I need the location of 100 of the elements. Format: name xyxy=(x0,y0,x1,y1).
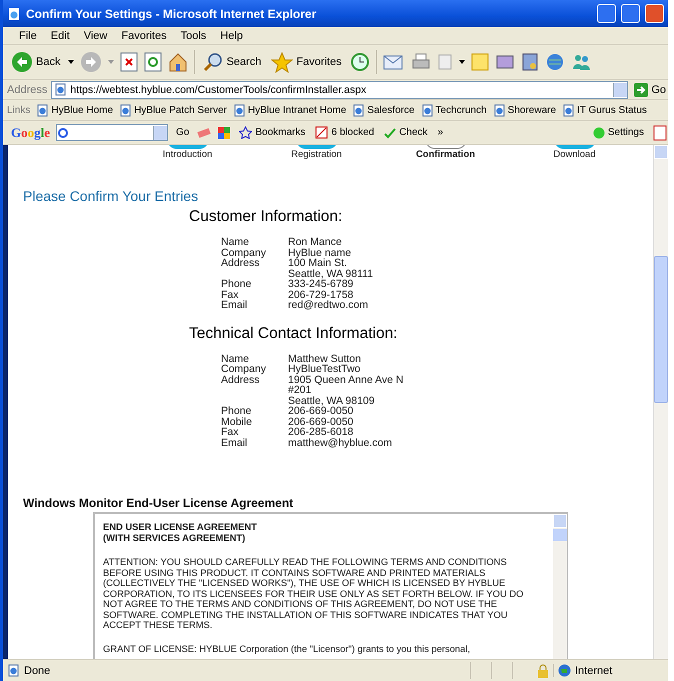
globe-icon xyxy=(558,664,571,677)
back-button[interactable]: Back xyxy=(9,51,62,73)
google-logo: Google xyxy=(11,124,50,140)
dropdown-arrow-icon[interactable] xyxy=(458,60,465,64)
step-label: Confirmation xyxy=(416,149,476,160)
field-label: Fax xyxy=(221,427,240,438)
license-title: END USER LICENSE AGREEMENT xyxy=(103,522,258,532)
field-label: Fax xyxy=(221,290,239,300)
window-title: Confirm Your Settings - Microsoft Internet Explorer xyxy=(26,6,318,20)
go-button[interactable]: Go xyxy=(632,82,668,96)
field-value: Seattle, WA 98109 xyxy=(288,396,376,406)
field-label: Mobile xyxy=(221,416,253,427)
license-paragraph: GRANT OF LICENSE: HYBLUE Corporation (the "Licensor") grants to you this personal, xyxy=(103,644,472,654)
back-icon xyxy=(11,51,33,73)
license-paragraph: ATTENTION: YOU SHOULD CAREFULLY READ THE FOLLOWING TERMS AND CONDITIONS BEFORE USING THIS PRODUCT. IT CONTAINS SOFTWARE AND PRINTED MATERIALS (COLLECTIVELY THE "LICENSED WORKS"), THE USE OF WHICH IS LICENSED BY HYBLUE CORPORATION, TO ITS LICENSEES FOR THEIR USE ONLY AS SET FORTH BELOW. IF YOU DO NOT AGREE TO THE TERMS AND CONDITIONS OF THIS AGREEMENT, DO NOT USE THE SOFTWARE. COMPLETING THE INSTALLATION OF THIS SOFTWARE INDICATES THAT YOU ACCEPT THESE TERMS. xyxy=(103,557,524,630)
link-button[interactable]: Techcrunch xyxy=(420,104,487,116)
history-icon[interactable] xyxy=(350,52,370,72)
home-icon[interactable] xyxy=(168,52,188,72)
license-title: (WITH SERVICES AGREEMENT) xyxy=(103,532,246,543)
dot-icon xyxy=(592,126,605,138)
field-value: HyBlueTestTwo xyxy=(288,364,362,374)
field-value: matthew@hyblue.com xyxy=(288,438,394,448)
spell-check-button[interactable]: Check xyxy=(382,126,430,138)
menu-item[interactable]: Edit xyxy=(44,30,76,42)
page-icon xyxy=(492,104,506,116)
field-label: Phone xyxy=(221,279,252,290)
page-scrollbar[interactable] xyxy=(653,145,668,659)
bookmarks-button[interactable]: Bookmarks xyxy=(237,126,308,139)
maximize-button[interactable] xyxy=(621,4,640,23)
page-icon xyxy=(352,104,366,116)
license-heading: Windows Monitor End-User License Agreement xyxy=(23,496,294,510)
step-label: Registration xyxy=(291,149,342,160)
field-label: Name xyxy=(221,354,250,364)
field-value: HyBlue name xyxy=(288,248,352,258)
google-search-field[interactable] xyxy=(56,124,168,141)
field-label: Email xyxy=(221,438,248,448)
field-value: Seattle, WA 98111 xyxy=(288,268,374,279)
section-heading: Customer Information: xyxy=(189,208,344,226)
field-label: Company xyxy=(221,248,267,258)
step-label: Introduction xyxy=(162,149,212,160)
page-icon xyxy=(36,104,50,116)
blocked-icon xyxy=(315,126,328,139)
link-button[interactable]: IT Gurus Status xyxy=(562,104,647,116)
field-value: 206-729-1758 xyxy=(288,290,354,300)
zone-text: Internet xyxy=(575,664,612,676)
refresh-icon[interactable] xyxy=(144,52,162,72)
field-value: 206-285-6018 xyxy=(288,427,354,438)
field-label: Company xyxy=(221,364,267,374)
link-button[interactable]: HyBlue Home xyxy=(36,104,114,116)
section-heading: Technical Contact Information: xyxy=(189,324,398,342)
settings-button[interactable]: Settings xyxy=(590,126,646,138)
people-icon[interactable] xyxy=(570,52,591,72)
favorites-button[interactable]: Favorites xyxy=(269,52,344,72)
menu-item[interactable]: View xyxy=(78,30,114,42)
star-icon xyxy=(239,126,252,139)
link-button[interactable]: Shoreware xyxy=(492,104,556,116)
check-mark-icon xyxy=(384,126,396,138)
address-label: Address xyxy=(7,84,48,96)
menu-item[interactable]: Tools xyxy=(174,30,212,42)
page-icon xyxy=(119,104,132,116)
search-button[interactable]: Search xyxy=(201,52,264,72)
field-value: Matthew Sutton xyxy=(288,354,362,364)
lock-icon xyxy=(537,664,549,678)
globe-icon[interactable] xyxy=(544,52,565,72)
field-value: #201 xyxy=(288,385,312,396)
status-text: Done xyxy=(24,664,52,676)
stop-icon[interactable] xyxy=(120,52,138,72)
link-button[interactable]: Salesforce xyxy=(352,104,415,116)
field-label: Phone xyxy=(221,406,252,416)
field-value: 100 Main St. xyxy=(288,258,348,268)
page-icon xyxy=(562,104,576,116)
links-label: Links xyxy=(7,104,30,116)
dropdown-arrow-icon[interactable] xyxy=(68,60,74,64)
field-label: Address xyxy=(221,258,260,271)
link-button[interactable]: HyBlue Intranet Home xyxy=(232,104,346,116)
field-value: red@redtwo.com xyxy=(288,300,370,310)
page-icon xyxy=(54,83,68,96)
scrollbar[interactable] xyxy=(553,514,567,659)
close-button[interactable] xyxy=(645,4,664,23)
field-value: 333-245-6789 xyxy=(288,279,354,290)
search-icon xyxy=(203,52,224,72)
field-value: 206-669-0050 xyxy=(288,406,354,416)
menu-item[interactable]: Help xyxy=(214,30,249,42)
field-value: 206-669-0050 xyxy=(288,416,354,427)
link-button[interactable]: HyBlue Patch Server xyxy=(119,104,227,116)
field-label: Email xyxy=(221,300,248,310)
popup-blocker-button[interactable]: 6 blocked xyxy=(313,126,376,139)
go-button[interactable]: Go xyxy=(174,127,192,138)
mail-icon[interactable] xyxy=(382,53,405,71)
star-icon xyxy=(271,52,294,72)
menu-item[interactable]: File xyxy=(13,30,43,42)
page-icon xyxy=(232,104,246,116)
menu-item[interactable]: Favorites xyxy=(115,30,173,42)
field-label: Address xyxy=(221,374,260,388)
address-field[interactable]: https://webtest.hyblue.com/CustomerTools/confirmInstaller.aspx xyxy=(51,80,628,98)
more-button[interactable]: » xyxy=(436,127,446,138)
field-label: Name xyxy=(221,237,250,248)
status-page-icon xyxy=(7,664,20,677)
page-icon xyxy=(420,104,434,116)
minimize-button[interactable] xyxy=(597,4,616,23)
